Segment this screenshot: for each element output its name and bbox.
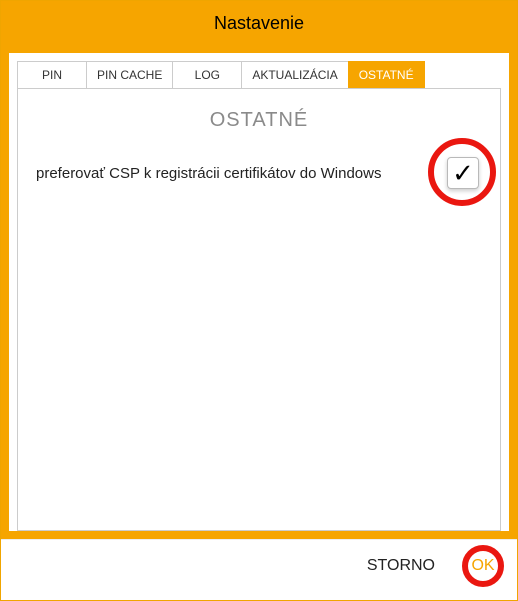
- body-area: PIN PIN CACHE LOG AKTUALIZÁCIA OSTATNÉ O…: [1, 45, 517, 539]
- tab-pin[interactable]: PIN: [17, 61, 87, 89]
- titlebar: Nastavenie: [1, 1, 517, 45]
- pref-csp-label: preferovať CSP k registrácii certifikáto…: [36, 165, 381, 182]
- tab-pin-cache[interactable]: PIN CACHE: [86, 61, 173, 89]
- pref-csp-checkbox[interactable]: ✓: [447, 157, 479, 189]
- settings-panel: PIN PIN CACHE LOG AKTUALIZÁCIA OSTATNÉ O…: [9, 53, 509, 531]
- pref-csp-row: preferovať CSP k registrácii certifikáto…: [36, 154, 482, 192]
- ok-button-wrap: OK: [465, 554, 501, 578]
- tab-log[interactable]: LOG: [172, 61, 242, 89]
- section-title: OSTATNÉ: [36, 109, 482, 132]
- dialog-footer: STORNO OK: [1, 539, 517, 600]
- tab-content-other: OSTATNÉ preferovať CSP k registrácii cer…: [17, 88, 501, 531]
- cancel-button[interactable]: STORNO: [365, 555, 437, 577]
- window-title: Nastavenie: [214, 13, 304, 34]
- check-icon: ✓: [452, 160, 474, 186]
- tabstrip: PIN PIN CACHE LOG AKTUALIZÁCIA OSTATNÉ: [17, 61, 501, 89]
- tab-update[interactable]: AKTUALIZÁCIA: [241, 61, 348, 89]
- ok-button[interactable]: OK: [469, 555, 496, 577]
- tab-other[interactable]: OSTATNÉ: [348, 61, 425, 89]
- pref-csp-checkbox-wrap: ✓: [444, 154, 482, 192]
- settings-window: Nastavenie PIN PIN CACHE LOG AKTUALIZÁCI…: [0, 0, 518, 601]
